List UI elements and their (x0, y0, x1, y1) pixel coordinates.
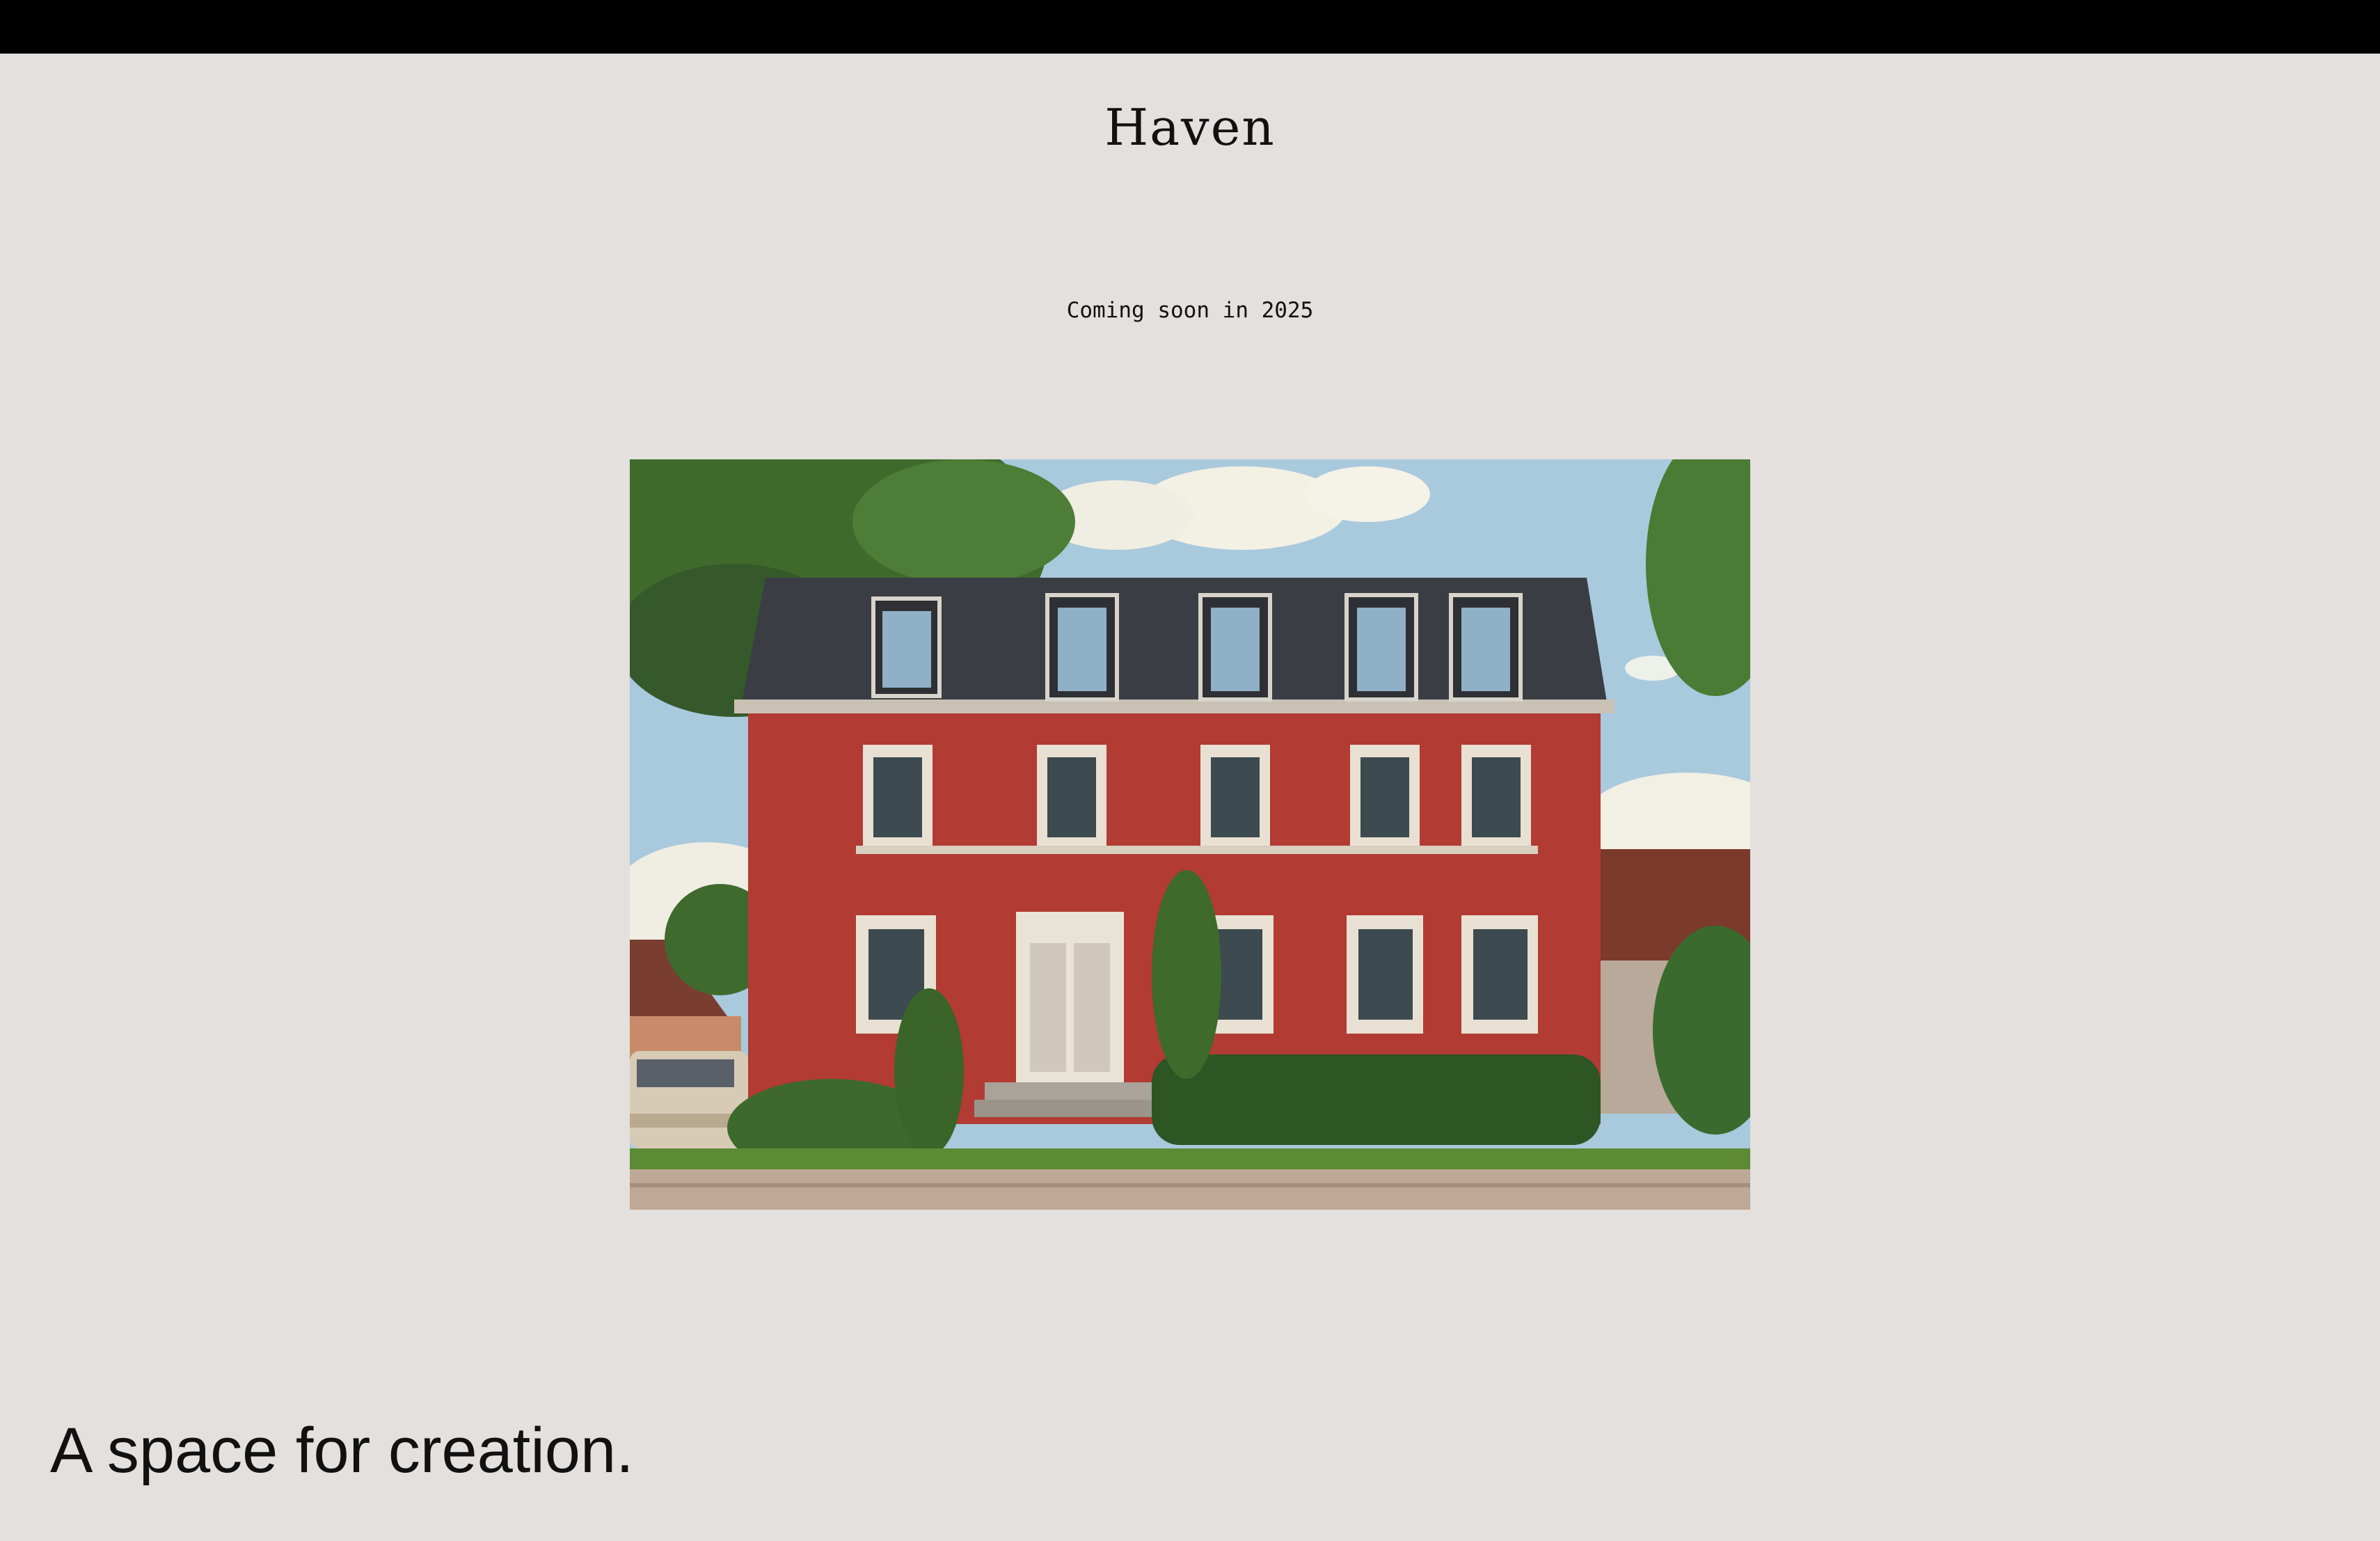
top-bar (0, 0, 2380, 54)
brand-logo[interactable]: Haven (0, 89, 2380, 166)
coming-soon-text: Coming soon in 2025 (1066, 298, 1314, 323)
hero-image (630, 459, 1750, 1210)
tagline: A space for creation. (50, 1415, 634, 1486)
